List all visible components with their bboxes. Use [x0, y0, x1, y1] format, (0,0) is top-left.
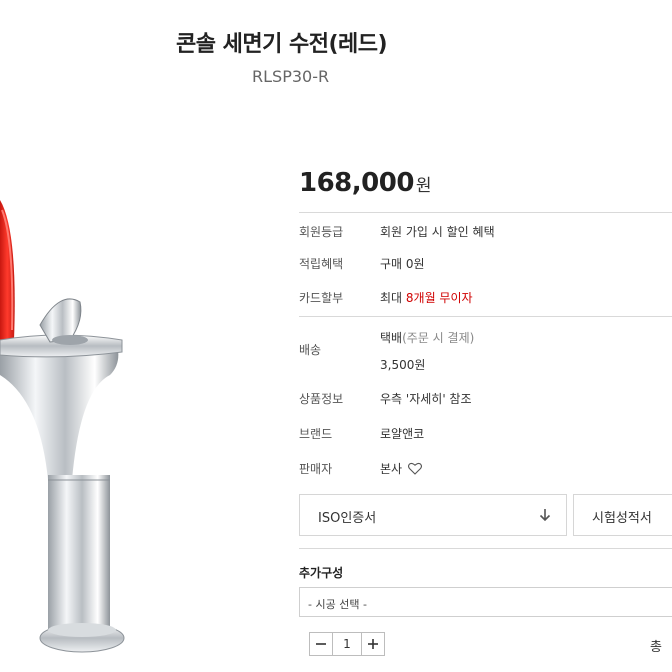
quantity-input[interactable]: 1	[333, 632, 361, 656]
select-placeholder: - 시공 선택 -	[308, 598, 367, 611]
minus-icon	[316, 643, 326, 645]
additional-options-title: 추가구성	[299, 566, 344, 580]
test-report-download[interactable]: 시험성적서	[573, 494, 672, 536]
seller-label: 판매자	[299, 462, 333, 476]
product-image	[0, 200, 125, 653]
shipping-label: 배송	[299, 343, 322, 357]
price-amount: 168,000	[299, 168, 414, 198]
card-installment-label: 카드할부	[299, 291, 344, 305]
iso-certificate-label: ISO인증서	[318, 511, 377, 526]
card-installment-value: 최대 8개월 무이자	[380, 289, 473, 306]
total-label: 총	[650, 640, 662, 655]
points-label: 적립혜택	[299, 257, 344, 271]
test-report-label: 시험성적서	[592, 511, 652, 526]
card-installment-prefix: 최대	[380, 291, 406, 305]
divider	[299, 548, 672, 549]
arrow-down-icon	[539, 509, 551, 522]
seller-name: 본사	[380, 462, 403, 476]
brand-value: 로얄앤코	[380, 427, 425, 441]
details-label: 상품정보	[299, 392, 344, 406]
shipping-row: 배송 택배(주문 시 결제) 3,500원	[299, 329, 672, 372]
quantity-decrease-button[interactable]	[309, 632, 333, 656]
quantity-increase-button[interactable]	[361, 632, 385, 656]
points-value: 구매 0원	[380, 257, 425, 271]
membership-value: 회원 가입 시 할인 혜택	[380, 225, 495, 239]
shipping-method-note: (주문 시 결제)	[402, 331, 475, 345]
details-value: 우측 '자세히' 참조	[380, 392, 472, 406]
price-currency: 원	[415, 176, 432, 196]
membership-label: 회원등급	[299, 225, 344, 239]
shipping-fee: 3,500원	[380, 358, 426, 372]
heart-icon[interactable]	[408, 462, 423, 475]
product-title: 콘솔 세면기 수전(레드)	[176, 32, 388, 57]
iso-certificate-download[interactable]: ISO인증서	[299, 494, 567, 536]
plus-icon	[368, 639, 378, 649]
price: 168,000 원	[299, 168, 432, 198]
divider	[299, 316, 672, 317]
installation-option-select[interactable]: - 시공 선택 -	[299, 587, 672, 617]
shipping-method: 택배(주문 시 결제)	[380, 329, 474, 346]
quantity-stepper: 1	[309, 632, 385, 656]
card-installment-highlight: 8개월 무이자	[405, 291, 473, 305]
seller-value: 본사	[380, 460, 423, 477]
brand-label: 브랜드	[299, 427, 333, 441]
product-model-number: RLSP30-R	[252, 67, 330, 86]
shipping-method-name: 택배	[380, 331, 403, 345]
divider	[299, 212, 672, 213]
